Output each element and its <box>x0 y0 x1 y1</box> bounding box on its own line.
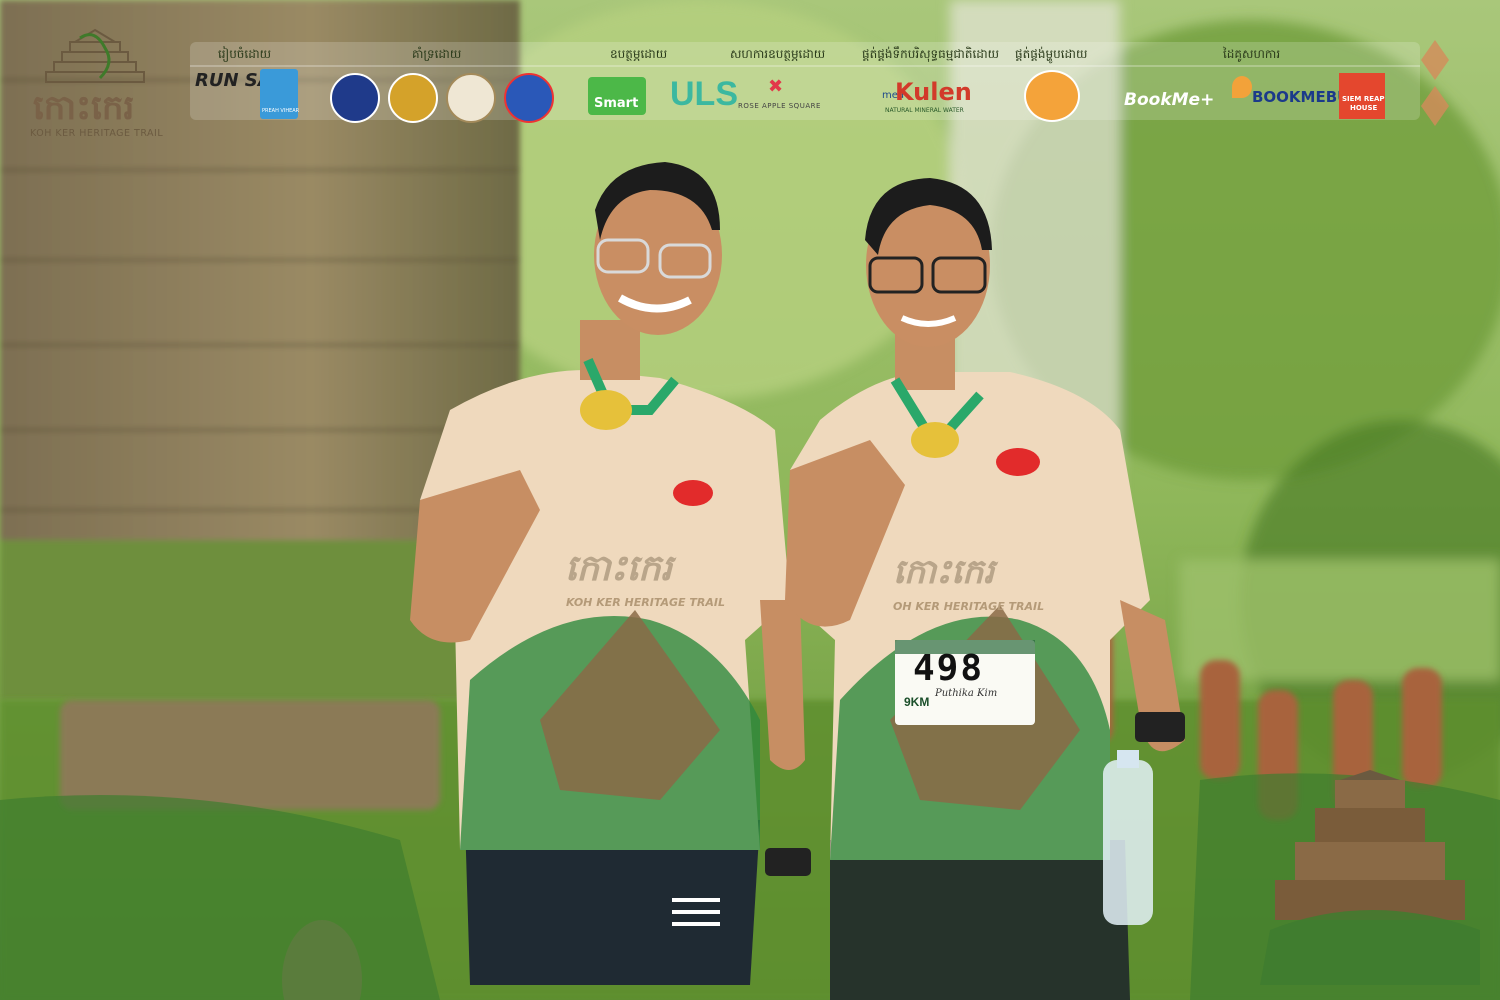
right-shirt-trail-text: OH KER HERITAGE TRAIL <box>893 600 1045 613</box>
pyramid-illustration <box>1260 770 1480 985</box>
right-shirt-script: កោះកេរ <box>893 552 995 592</box>
left-shirt-script: កោះកេរ <box>565 548 673 589</box>
runners-photo <box>410 162 1480 1000</box>
bib-name: Puthika Kim <box>935 688 998 699</box>
bib-distance: 9KM <box>904 695 930 709</box>
bib-number: 498 <box>913 648 985 689</box>
left-shirt-trail-text: KOH KER HERITAGE TRAIL <box>566 596 725 609</box>
